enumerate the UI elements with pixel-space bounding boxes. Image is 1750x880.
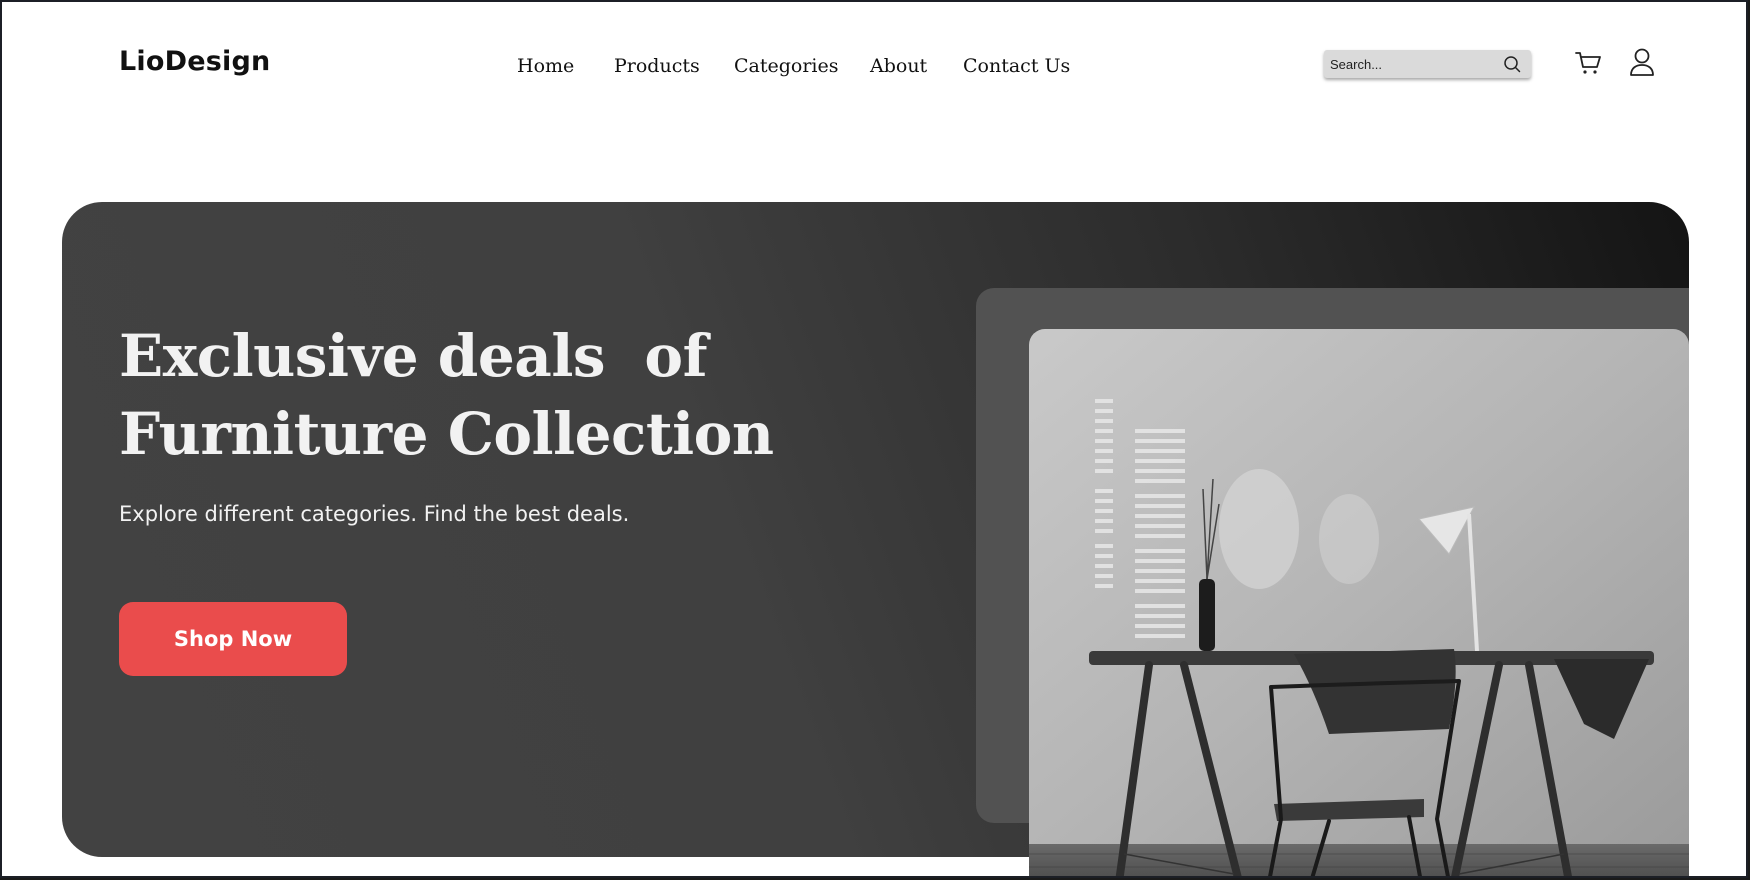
user-icon[interactable] bbox=[1628, 47, 1656, 77]
hero-title-line-2: Furniture Collection bbox=[119, 400, 774, 468]
hero-title: Exclusive deals of Furniture Collection bbox=[119, 317, 819, 473]
shop-now-button[interactable]: Shop Now bbox=[119, 602, 347, 676]
nav-categories[interactable]: Categories bbox=[734, 55, 839, 77]
page-frame: LioDesign Home Products Categories About… bbox=[0, 0, 1748, 878]
search-box bbox=[1324, 50, 1531, 78]
hero-furniture-image bbox=[1029, 329, 1689, 876]
nav-contact-us[interactable]: Contact Us bbox=[963, 55, 1070, 77]
nav-about[interactable]: About bbox=[870, 55, 927, 77]
nav-home[interactable]: Home bbox=[517, 55, 574, 77]
hero-subtitle: Explore different categories. Find the b… bbox=[119, 502, 630, 526]
search-input[interactable] bbox=[1330, 50, 1490, 78]
search-icon[interactable] bbox=[1503, 55, 1521, 73]
cart-icon[interactable] bbox=[1574, 49, 1602, 77]
nav-products[interactable]: Products bbox=[614, 55, 700, 77]
hero-title-line-1: Exclusive deals of bbox=[119, 322, 708, 390]
